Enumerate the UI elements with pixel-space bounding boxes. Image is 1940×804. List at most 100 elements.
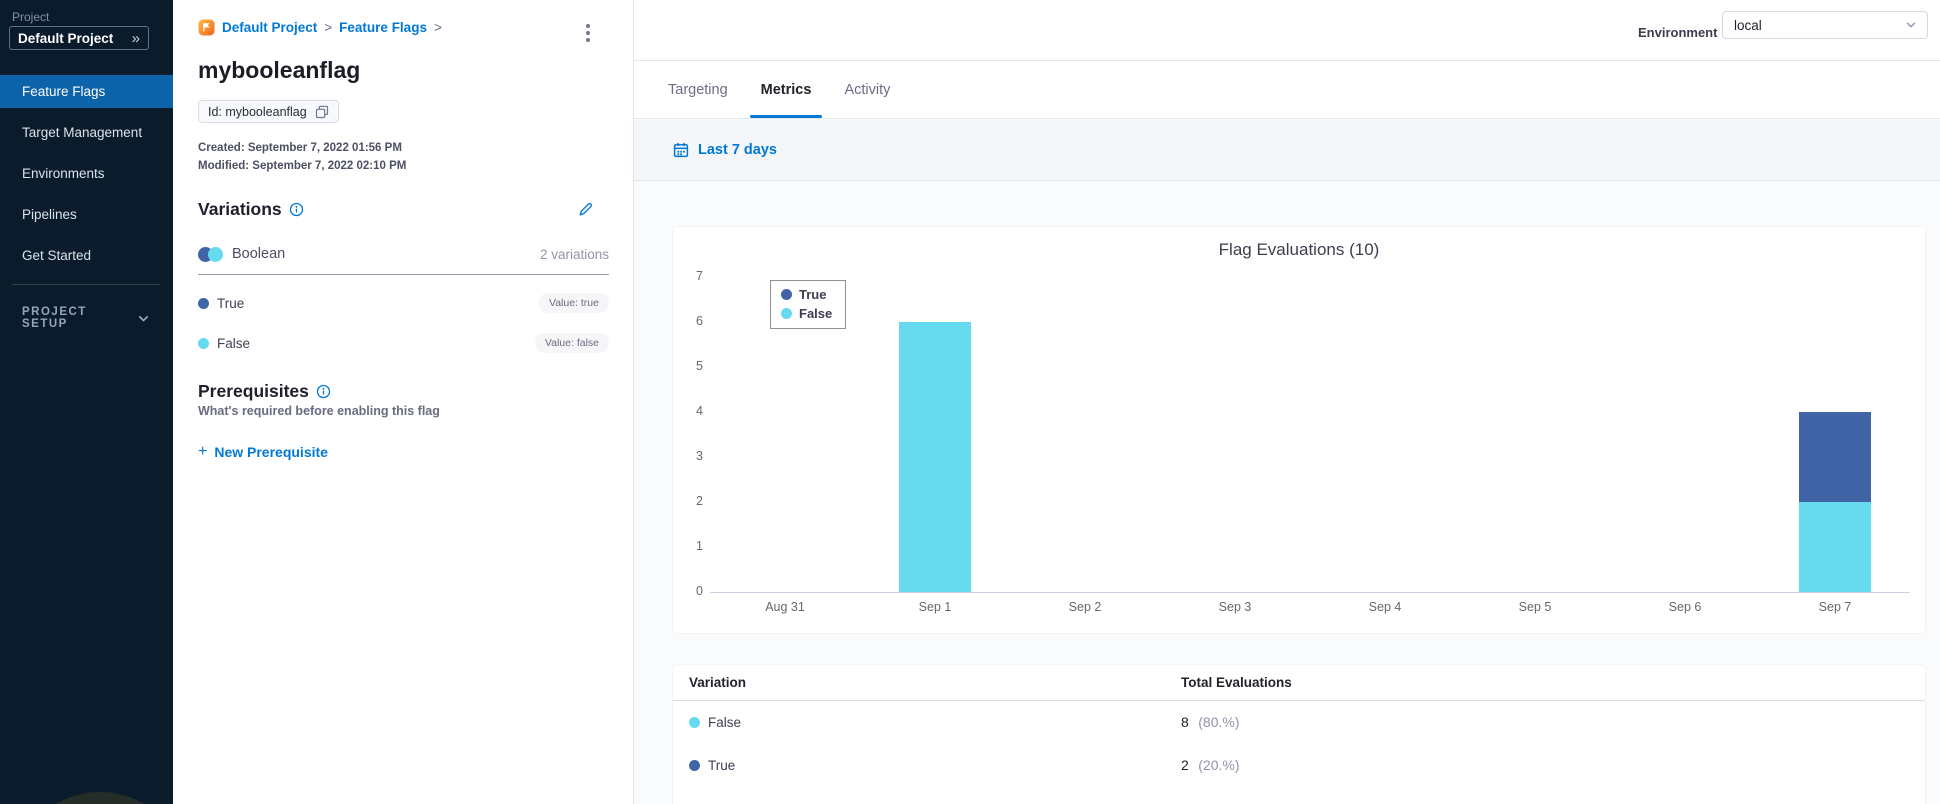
environment-header: Environment local (634, 0, 1940, 61)
bar-false-sep-1 (899, 322, 971, 592)
bar-true-sep-7 (1799, 412, 1871, 502)
y-axis-label: 0 (696, 584, 703, 598)
x-axis-label: Sep 3 (1218, 600, 1252, 614)
column-header-total-evaluations: Total Evaluations (1181, 675, 1292, 690)
breadcrumb-separator: > (433, 20, 442, 35)
variation-row-true: True Value: true (198, 293, 609, 313)
sidebar-item-environments[interactable]: Environments (0, 157, 173, 190)
y-axis-label: 4 (696, 404, 703, 418)
variation-value-chip: Value: true (538, 293, 609, 313)
legend-item-true: True (781, 287, 832, 302)
divider (198, 274, 609, 275)
chart-plot-area: 0 1 2 3 4 5 6 7 Aug 31 Sep 1 Sep 2 Sep 3 Sep 4 Sep 5 S… (673, 227, 1925, 633)
environment-select-value: local (1734, 17, 1762, 33)
breadcrumb: Default Project > Feature Flags > (198, 19, 442, 36)
date-filter-bar: Last 7 days (634, 120, 1940, 181)
tab-activity[interactable]: Activity (844, 61, 890, 118)
edit-variations-button[interactable] (577, 201, 594, 223)
flag-id-chip: Id: mybooleanflag (198, 100, 339, 123)
legend-item-false: False (781, 306, 832, 321)
x-axis-label: Sep 1 (918, 600, 952, 614)
false-variation-dot (689, 717, 700, 728)
prerequisites-description: What's required before enabling this fla… (198, 404, 440, 418)
table-evaluation-percent: (20.%) (1198, 756, 1240, 773)
table-evaluation-percent: (80.%) (1198, 713, 1240, 730)
boolean-type-icon (198, 246, 223, 262)
table-evaluation-count: 2 (1181, 756, 1189, 773)
x-axis-label: Sep 4 (1368, 600, 1402, 614)
copy-icon[interactable] (315, 105, 329, 119)
column-header-variation: Variation (689, 675, 747, 690)
double-chevron-icon: » (131, 29, 140, 47)
tab-bar: Targeting Metrics Activity (634, 61, 1940, 119)
flag-detail-panel: Default Project > Feature Flags > mybool… (173, 0, 634, 804)
evaluations-table: Variation Total Evaluations False 8 (80.… (673, 665, 1925, 804)
new-prerequisite-button[interactable]: + New Prerequisite (198, 443, 328, 461)
false-variation-dot (198, 337, 209, 349)
sidebar: Project Default Project » Feature Flags … (0, 0, 188, 804)
project-selector[interactable]: Default Project » (9, 26, 149, 50)
x-axis-line (710, 592, 1910, 593)
variations-heading: Variations (198, 199, 304, 220)
project-selector-value: Default Project (18, 30, 114, 46)
prerequisites-heading: Prerequisites (198, 381, 331, 402)
x-axis-label: Sep 6 (1668, 600, 1702, 614)
sidebar-item-feature-flags[interactable]: Feature Flags (0, 75, 173, 108)
y-axis-label: 3 (696, 449, 703, 463)
true-variation-dot (198, 297, 209, 309)
environment-select[interactable]: local (1722, 11, 1928, 39)
app-window: Project Default Project » Feature Flags … (0, 0, 1940, 804)
legend-false-dot (781, 308, 792, 319)
pencil-icon (579, 202, 593, 216)
evaluations-chart-card: Flag Evaluations (10) 0 1 2 3 4 5 6 7 Aug 31 Sep … (673, 227, 1925, 633)
flag-title: mybooleanflag (198, 57, 361, 83)
variation-type-row: Boolean 2 variations (198, 246, 609, 262)
breadcrumb-project-link[interactable]: Default Project (222, 20, 317, 35)
tab-metrics[interactable]: Metrics (749, 61, 823, 118)
y-axis-label: 6 (696, 314, 703, 328)
project-label: Project (12, 10, 50, 24)
bar-false-sep-7 (1799, 502, 1871, 592)
x-axis-label: Aug 31 (765, 600, 805, 614)
help-bubble[interactable] (12, 792, 188, 804)
breadcrumb-feature-flags-link[interactable]: Feature Flags (339, 20, 427, 35)
more-options-button[interactable] (578, 21, 598, 45)
true-variation-dot (689, 760, 700, 771)
y-axis-label: 2 (696, 494, 703, 508)
table-header-row: Variation Total Evaluations (673, 665, 1925, 701)
table-variation-name: False (708, 715, 742, 730)
table-row: True 2 (20.%) (673, 744, 1925, 787)
environment-label: Environment (1638, 25, 1718, 40)
modified-timestamp: Modified: September 7, 2022 02:10 PM (198, 160, 407, 172)
table-row: False 8 (80.%) (673, 701, 1925, 744)
y-axis-label: 5 (696, 359, 703, 373)
tab-targeting[interactable]: Targeting (668, 61, 728, 118)
table-variation-name: True (708, 758, 736, 773)
chevron-down-icon (1906, 22, 1916, 28)
sidebar-item-pipelines[interactable]: Pipelines (0, 198, 173, 231)
variation-value-chip: Value: false (534, 333, 609, 353)
x-axis-label: Sep 5 (1518, 600, 1552, 614)
variation-type-label: Boolean (232, 246, 286, 262)
x-axis-label: Sep 2 (1068, 600, 1102, 614)
breadcrumb-separator: > (324, 20, 333, 35)
chart-legend: True False (770, 280, 847, 329)
sidebar-item-get-started[interactable]: Get Started (0, 239, 173, 272)
variation-name: False (217, 335, 251, 351)
table-evaluation-count: 8 (1181, 713, 1189, 730)
x-axis-label: Sep 7 (1818, 600, 1852, 614)
sidebar-item-target-management[interactable]: Target Management (0, 116, 173, 149)
plus-icon: + (198, 443, 208, 460)
feature-flags-module-icon (198, 19, 215, 36)
chevron-down-icon (138, 315, 149, 321)
calendar-icon (673, 142, 689, 158)
legend-true-dot (781, 289, 792, 300)
sidebar-divider (12, 284, 160, 285)
y-axis-label: 7 (696, 269, 703, 283)
info-icon[interactable] (316, 384, 331, 399)
main-panel: Environment local Targeting Metrics Acti… (634, 0, 1940, 804)
created-timestamp: Created: September 7, 2022 01:56 PM (198, 142, 402, 154)
sidebar-section-project-setup[interactable]: PROJECT SETUP (22, 306, 150, 330)
info-icon[interactable] (289, 202, 304, 217)
date-range-button[interactable]: Last 7 days (698, 142, 777, 158)
